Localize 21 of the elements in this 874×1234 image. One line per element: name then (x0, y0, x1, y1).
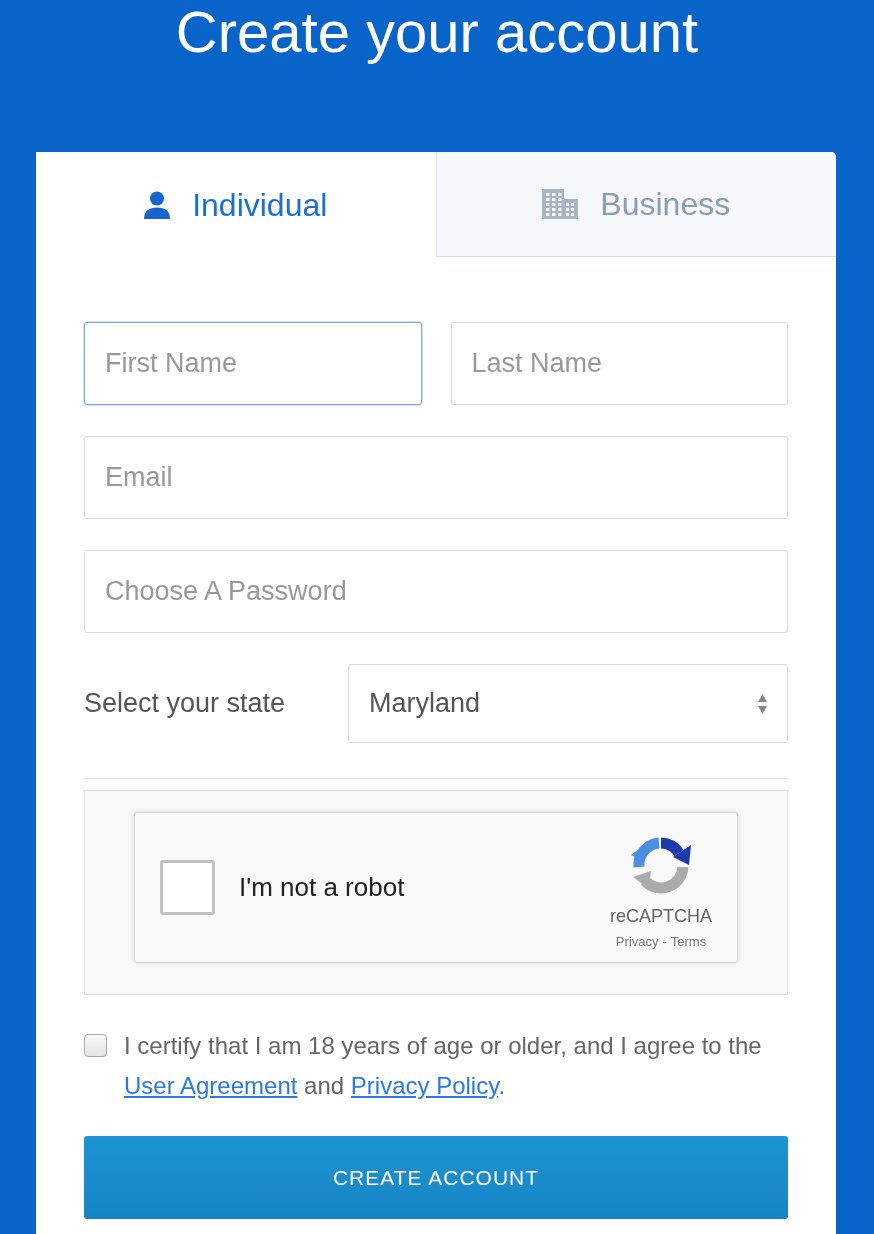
person-icon (144, 190, 171, 219)
building-icon (542, 189, 579, 219)
terms-link[interactable]: Terms (670, 935, 707, 948)
agreement-checkbox[interactable] (84, 1034, 107, 1057)
captcha-checkbox[interactable] (160, 860, 215, 915)
separator-text: - (662, 935, 667, 948)
agreement-text: I certify that I am 18 years of age or older, and I agree to the User Agreement and Privacy Policy. (124, 1031, 763, 1101)
recaptcha-brand: reCAPTCHA (610, 907, 712, 925)
password-field[interactable]: Choose A Password (84, 550, 788, 633)
state-label: Select your state (84, 687, 287, 721)
account-type-tab[interactable]: Business (435, 152, 836, 257)
privacy-policy-link[interactable]: Privacy Policy (350, 1072, 499, 1099)
sort-arrows-icon (758, 693, 767, 714)
email-field[interactable]: Email (84, 436, 788, 519)
state-select[interactable]: Maryland (348, 664, 788, 743)
captcha-label: I'm not a robot (239, 871, 405, 904)
create-account-button[interactable]: CREATE ACCOUNT (84, 1136, 788, 1219)
last-name-field[interactable]: Last Name (450, 322, 788, 405)
privacy-link[interactable]: Privacy (615, 935, 659, 948)
first-name-field[interactable]: First Name (84, 322, 422, 405)
user-agreement-link[interactable]: User Agreement (124, 1072, 298, 1099)
